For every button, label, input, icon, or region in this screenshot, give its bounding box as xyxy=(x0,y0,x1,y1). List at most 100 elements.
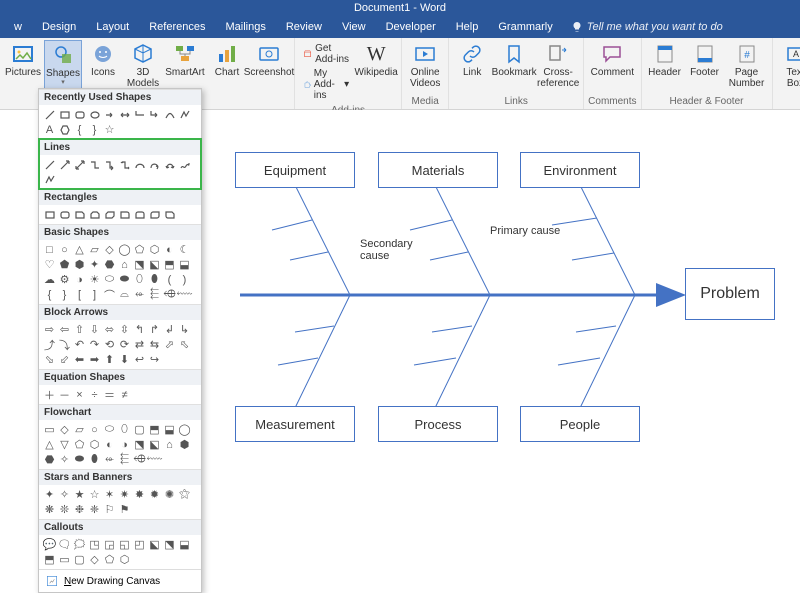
shape-item[interactable]: ⬓ xyxy=(177,257,192,272)
shape-item[interactable]: ⬳ xyxy=(177,287,192,302)
shape-item[interactable]: ✺ xyxy=(162,487,177,502)
textbox-button[interactable]: A Text Box xyxy=(777,40,800,91)
shape-item[interactable]: ⬭ xyxy=(102,422,117,437)
document-canvas[interactable]: Equipment Materials Environment Measurem… xyxy=(200,110,800,523)
shape-item[interactable]: 🗨 xyxy=(57,537,72,552)
shape-item[interactable]: ⬣ xyxy=(102,257,117,272)
shape-elbow-double[interactable] xyxy=(117,157,132,172)
shape-item[interactable]: ⤵ xyxy=(57,337,72,352)
tab-grammarly[interactable]: Grammarly xyxy=(488,17,562,37)
shape-item[interactable]: ⇦ xyxy=(57,322,72,337)
shape-item[interactable]: ↱ xyxy=(147,322,162,337)
shape-item[interactable]: ✧ xyxy=(57,452,72,467)
shape-item[interactable]: ▭ xyxy=(42,422,57,437)
shape-item[interactable]: ⬢ xyxy=(177,437,192,452)
shape-item[interactable]: ◑ xyxy=(117,437,132,452)
tab-references[interactable]: References xyxy=(139,17,215,37)
shape-item[interactable]: ⬠ xyxy=(102,552,117,567)
shape-item[interactable]: } xyxy=(57,287,72,302)
shape-item[interactable]: ) xyxy=(177,272,192,287)
link-button[interactable]: Link xyxy=(453,40,491,80)
screenshot-button[interactable]: Screenshot xyxy=(248,40,290,80)
header-button[interactable]: Header xyxy=(646,40,684,80)
shape-item[interactable]: ◯ xyxy=(177,422,192,437)
shape-rect-round[interactable] xyxy=(57,207,72,222)
shape-item[interactable]: ⬯ xyxy=(117,422,132,437)
shape-line-arrow[interactable] xyxy=(57,157,72,172)
wikipedia-button[interactable]: W Wikipedia xyxy=(355,40,397,80)
shape-item[interactable]: ( xyxy=(162,272,177,287)
fishbone-category-people[interactable]: People xyxy=(520,406,640,442)
shape-item[interactable]: ⬠ xyxy=(72,437,87,452)
shape-item[interactable]: ❋ xyxy=(42,502,57,517)
shape-freeform[interactable] xyxy=(42,172,57,187)
shape-item[interactable]: ▢ xyxy=(72,552,87,567)
shape-item[interactable]: ⬃ xyxy=(57,352,72,367)
shape-item[interactable]: ⬀ xyxy=(162,337,177,352)
shape-item[interactable]: ◳ xyxy=(87,537,102,552)
fishbone-head-problem[interactable]: Problem xyxy=(685,268,775,320)
shape-arrow-right[interactable] xyxy=(102,107,117,122)
shape-item[interactable]: ↷ xyxy=(87,337,102,352)
shape-multiply[interactable]: × xyxy=(72,387,87,402)
online-videos-button[interactable]: Online Videos xyxy=(406,40,444,91)
shape-item[interactable]: ♡ xyxy=(42,257,57,272)
pictures-button[interactable]: Pictures xyxy=(4,40,42,80)
fishbone-category-measurement[interactable]: Measurement xyxy=(235,406,355,442)
tab-help[interactable]: Help xyxy=(446,17,489,37)
shape-item[interactable]: ▱ xyxy=(87,242,102,257)
shape-item[interactable]: ○ xyxy=(57,242,72,257)
shape-item[interactable]: ☀ xyxy=(87,272,102,287)
shape-item[interactable]: 💬 xyxy=(42,537,57,552)
shape-item[interactable]: ⬲ xyxy=(132,452,147,467)
shape-item[interactable]: ⬓ xyxy=(177,537,192,552)
shape-item[interactable]: ⬲ xyxy=(162,287,177,302)
shape-minus[interactable]: － xyxy=(57,387,72,402)
shape-item[interactable]: ⬔ xyxy=(132,437,147,452)
shape-item[interactable]: ◇ xyxy=(87,552,102,567)
shape-item[interactable]: ➡ xyxy=(87,352,102,367)
shape-item[interactable]: ☆ xyxy=(87,487,102,502)
shape-item[interactable]: ⬠ xyxy=(132,242,147,257)
shape-curve-double[interactable] xyxy=(162,157,177,172)
shape-item[interactable]: ⌒ xyxy=(102,287,117,302)
shape-item[interactable]: ◐ xyxy=(162,242,177,257)
shape-item[interactable]: ✸ xyxy=(132,487,147,502)
shape-item[interactable]: ↩ xyxy=(132,352,147,367)
shape-item[interactable]: ◲ xyxy=(102,537,117,552)
shape-brace[interactable]: { xyxy=(72,122,87,137)
shape-item[interactable]: ⬟ xyxy=(57,257,72,272)
shape-item[interactable]: ⬕ xyxy=(147,437,162,452)
shape-item[interactable]: ☁ xyxy=(42,272,57,287)
shape-item[interactable]: ✹ xyxy=(147,487,162,502)
tab-layout[interactable]: Layout xyxy=(86,17,139,37)
cross-reference-button[interactable]: Cross- reference xyxy=(537,40,579,91)
my-addins-button[interactable]: My Add-ins ▾ xyxy=(301,67,351,102)
shape-item[interactable]: □ xyxy=(42,242,57,257)
shape-rounded-rect[interactable] xyxy=(72,107,87,122)
shape-item[interactable]: ⚙ xyxy=(57,272,72,287)
shape-item[interactable]: [ xyxy=(72,287,87,302)
shape-item[interactable]: ⬱ xyxy=(147,287,162,302)
shape-item[interactable]: ⬯ xyxy=(132,272,147,287)
shape-item[interactable]: ◱ xyxy=(117,537,132,552)
shape-item[interactable]: ★ xyxy=(72,487,87,502)
chart-button[interactable]: Chart xyxy=(208,40,246,80)
shape-item[interactable]: ⬬ xyxy=(117,272,132,287)
shape-item[interactable]: ⬰ xyxy=(102,452,117,467)
shape-item[interactable]: ↳ xyxy=(177,322,192,337)
shape-item[interactable]: ⇆ xyxy=(147,337,162,352)
shape-scribble[interactable] xyxy=(177,157,192,172)
shape-curve[interactable] xyxy=(162,107,177,122)
shape-item[interactable]: ⬒ xyxy=(147,422,162,437)
shape-star[interactable]: ☆ xyxy=(102,122,117,137)
footer-button[interactable]: Footer xyxy=(686,40,724,80)
shape-hexagon[interactable] xyxy=(57,122,72,137)
shape-item[interactable]: ✦ xyxy=(42,487,57,502)
shape-item[interactable]: ⬄ xyxy=(102,322,117,337)
shape-item[interactable]: ⇳ xyxy=(117,322,132,337)
shape-elbow-arrow[interactable] xyxy=(102,157,117,172)
bookmark-button[interactable]: Bookmark xyxy=(493,40,535,80)
shape-item[interactable]: ⚝ xyxy=(177,487,192,502)
shape-item[interactable]: ▢ xyxy=(132,422,147,437)
